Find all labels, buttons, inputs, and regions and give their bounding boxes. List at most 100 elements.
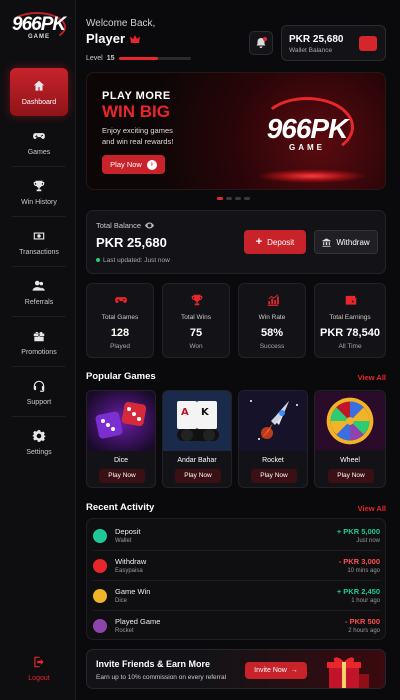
banner-play-now-button[interactable]: Play Now › <box>102 155 165 174</box>
game-card-rocket[interactable]: Rocket Play Now <box>238 390 308 488</box>
activity-amount: + PKR 5,000 <box>336 527 380 536</box>
plus-icon: + <box>255 236 263 248</box>
logout-icon <box>34 656 44 667</box>
headset-icon <box>33 380 45 392</box>
invite-button-label: Invite Now <box>254 667 287 674</box>
banner-logo-text: 966PK <box>266 113 349 144</box>
stat-card-total-wins: Total Wins 75 Won <box>162 283 230 358</box>
sidebar: 966PK GAME Dashboard Games Win History T… <box>0 0 76 700</box>
sidebar-item-games[interactable]: Games <box>10 118 68 166</box>
banner-headline-2: WIN BIG <box>102 102 170 121</box>
activity-row[interactable]: Played Game Rocket - PKR 500 2 hours ago <box>87 611 387 641</box>
promo-banner[interactable]: PLAY MORE WIN BIG Enjoy exciting games a… <box>86 72 386 190</box>
invite-now-button[interactable]: Invite Now → <box>245 662 307 679</box>
sidebar-item-support[interactable]: Support <box>10 368 68 416</box>
activity-list: Deposit Wallet + PKR 5,000 Just now With… <box>86 518 386 640</box>
divider <box>12 366 66 367</box>
activity-amount: + PKR 2,450 <box>336 587 380 596</box>
notification-badge <box>263 37 267 41</box>
recent-activity-view-all[interactable]: View All <box>358 504 386 513</box>
level-progress-fill <box>118 57 159 60</box>
wallet-balance-card[interactable]: PKR 25,680 Wallet Balance <box>281 25 386 61</box>
users-icon <box>32 280 45 291</box>
crown-icon <box>130 34 141 43</box>
popular-games-view-all[interactable]: View All <box>358 373 386 382</box>
balance-updated-text: Last updated: Just now <box>103 257 170 264</box>
level-indicator: Level 15 <box>86 55 191 62</box>
game-card-dice[interactable]: Dice Play Now <box>86 390 156 488</box>
activity-row[interactable]: Deposit Wallet + PKR 5,000 Just now <box>87 521 387 551</box>
sidebar-item-promotions[interactable]: Promotions <box>10 318 68 366</box>
banner-button-label: Play Now <box>110 160 142 169</box>
cash-icon <box>33 232 45 239</box>
game-card-wheel[interactable]: Wheel Play Now <box>314 390 386 488</box>
game-name: Wheel <box>340 457 360 464</box>
wallet-icon <box>345 295 357 305</box>
sidebar-item-label: Settings <box>26 448 52 456</box>
brand-logo[interactable]: 966PK GAME <box>8 12 68 42</box>
activity-sub: Easypaisa <box>115 568 143 574</box>
deposit-button[interactable]: + Deposit <box>244 230 306 254</box>
game-play-button[interactable]: Play Now <box>175 469 221 483</box>
sidebar-item-transactions[interactable]: Transactions <box>10 218 68 266</box>
game-play-button[interactable]: Play Now <box>328 469 374 483</box>
game-play-button[interactable]: Play Now <box>251 469 297 483</box>
invite-title: Invite Friends & Earn More <box>96 659 211 669</box>
activity-amount: - PKR 500 <box>344 617 380 626</box>
activity-sub: Dice <box>115 598 128 604</box>
sidebar-item-dashboard[interactable]: Dashboard <box>10 68 68 116</box>
divider <box>12 266 66 267</box>
eye-icon[interactable] <box>145 222 155 229</box>
stat-sub: Won <box>189 343 203 350</box>
invite-subtitle: Earn up to 10% commission on every refer… <box>96 674 227 681</box>
activity-time: 1 hour ago <box>351 598 380 604</box>
balance-title: Total Balance <box>96 221 155 230</box>
carousel-dot[interactable] <box>244 197 250 200</box>
logout-label: Logout <box>28 674 50 682</box>
withdraw-button[interactable]: Withdraw <box>314 230 378 254</box>
arrow-down-icon <box>93 559 107 573</box>
activity-row[interactable]: Game Win Dice + PKR 2,450 1 hour ago <box>87 581 387 611</box>
divider <box>12 166 66 167</box>
carousel-dot[interactable] <box>235 197 241 200</box>
carousel-dot[interactable] <box>226 197 232 200</box>
sidebar-item-referrals[interactable]: Referrals <box>10 268 68 316</box>
sidebar-item-label: Games <box>27 148 51 156</box>
sidebar-item-label: Transactions <box>19 248 59 256</box>
banner-desc-1: Enjoy exciting games <box>102 126 173 135</box>
trophy-icon <box>191 294 203 306</box>
balance-title-text: Total Balance <box>96 221 142 230</box>
activity-sub: Rocket <box>115 628 134 634</box>
stat-sub: All Time <box>338 343 362 350</box>
logo-text: 966PK <box>12 14 66 35</box>
arrow-right-icon: → <box>290 667 298 674</box>
stat-card-win-rate: Win Rate 58% Success <box>238 283 306 358</box>
gear-icon <box>32 429 46 442</box>
level-value: 15 <box>106 55 115 62</box>
sidebar-item-win-history[interactable]: Win History <box>10 168 68 216</box>
notification-button[interactable] <box>249 31 273 55</box>
logout-button[interactable]: Logout <box>10 644 68 692</box>
balance-updated: Last updated: Just now <box>96 257 170 264</box>
stat-card-total-earnings: Total Earnings PKR 78,540 All Time <box>314 283 386 358</box>
gamepad-icon <box>115 297 127 303</box>
balance-value: PKR 25,680 <box>96 235 167 250</box>
carousel-dot[interactable] <box>217 197 223 200</box>
game-play-button[interactable]: Play Now <box>99 469 145 483</box>
activity-row[interactable]: Withdraw Easypaisa - PKR 3,000 10 mins a… <box>87 551 387 581</box>
game-name: Dice <box>113 457 128 464</box>
player-name: Player <box>86 31 141 46</box>
stat-sub: Played <box>110 343 130 350</box>
sidebar-item-settings[interactable]: Settings <box>10 418 68 466</box>
invite-banner: Invite Friends & Earn More Earn up to 10… <box>86 649 386 689</box>
wallet-label: Wallet Balance <box>289 47 333 54</box>
banner-headline-1: PLAY MORE <box>102 90 171 102</box>
game-card-andar-bahar[interactable]: A K Andar Bahar Play Now <box>162 390 232 488</box>
activity-name: Withdraw <box>115 557 147 566</box>
bank-icon <box>322 237 331 247</box>
activity-amount: - PKR 3,000 <box>338 557 380 566</box>
recent-activity-title: Recent Activity <box>86 502 155 513</box>
carousel-dots[interactable] <box>217 197 250 200</box>
stat-value: 75 <box>189 327 203 339</box>
sidebar-item-label: Support <box>26 398 52 406</box>
